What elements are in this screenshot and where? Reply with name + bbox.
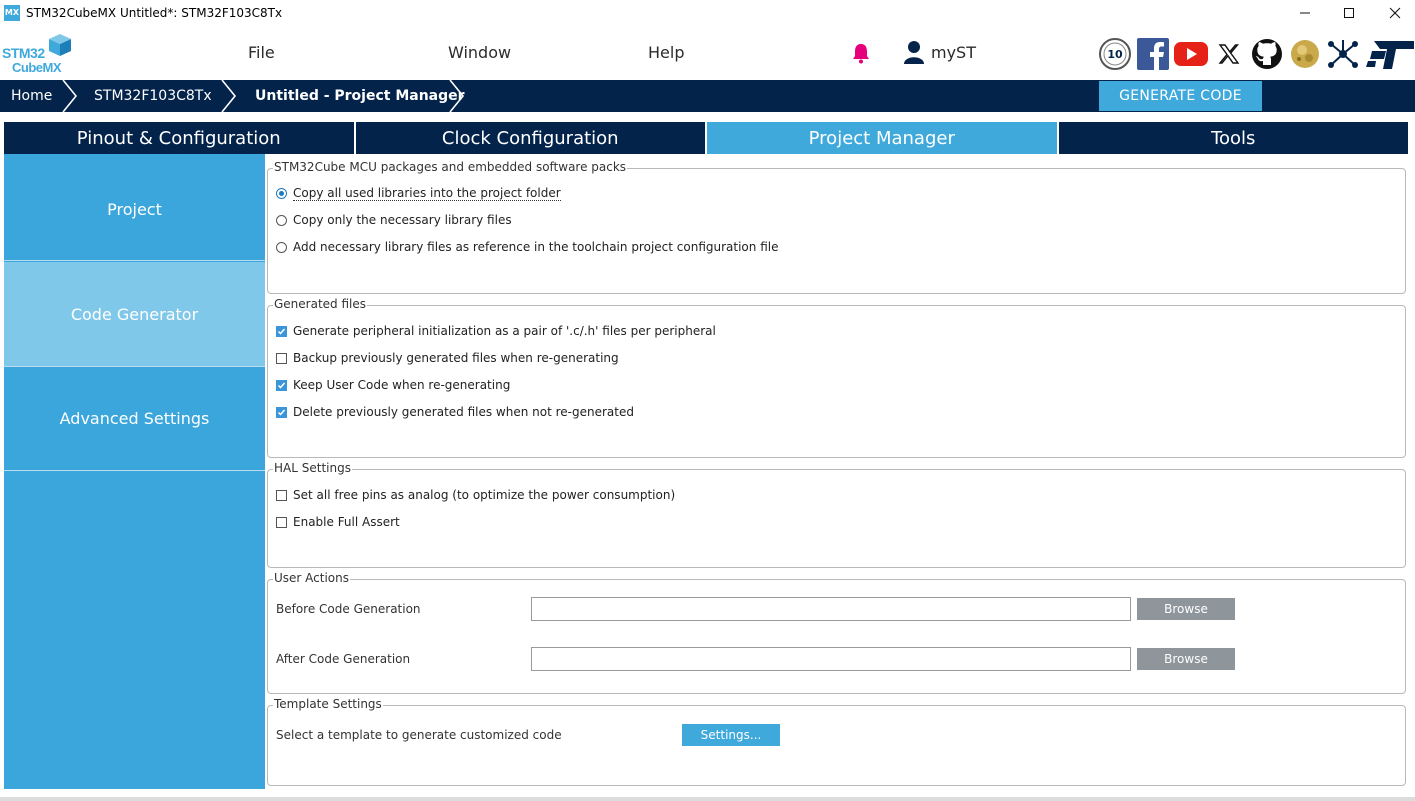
breadcrumb-home[interactable]: Home	[11, 80, 52, 112]
checkbox[interactable]	[276, 489, 287, 501]
checkbox[interactable]	[276, 325, 287, 337]
checkbox-backup-files[interactable]: Backup previously generated files when r…	[276, 351, 619, 365]
radio-button[interactable]	[276, 188, 287, 199]
group-title: Generated files	[273, 297, 368, 311]
option-label: Copy all used libraries into the project…	[293, 186, 561, 201]
st-logo-icon[interactable]	[1366, 37, 1414, 71]
logo-line2: CubeMX	[12, 60, 62, 75]
breadcrumb-current: Untitled - Project Manager	[255, 88, 465, 104]
checkbox-delete-old-files[interactable]: Delete previously generated files when n…	[276, 405, 634, 419]
tab-tools[interactable]: Tools	[1058, 122, 1408, 154]
option-label: Copy only the necessary library files	[293, 213, 512, 227]
template-settings-group: Template Settings Select a template to g…	[267, 697, 1406, 786]
stm32cubemx-logo: STM32 CubeMX	[2, 33, 74, 77]
radio-button[interactable]	[276, 241, 287, 253]
user-actions-group: User Actions Before Code Generation Brow…	[267, 571, 1406, 694]
generate-code-button[interactable]: GENERATE CODE	[1099, 81, 1262, 111]
radio-copy-all-libraries[interactable]: Copy all used libraries into the project…	[276, 186, 561, 201]
option-label: Set all free pins as analog (to optimize…	[293, 488, 676, 502]
tab-clock-configuration[interactable]: Clock Configuration	[355, 122, 707, 154]
minimize-icon[interactable]	[1282, 0, 1328, 25]
group-title: HAL Settings	[273, 461, 352, 475]
user-account[interactable]: myST	[903, 40, 976, 64]
after-generation-input[interactable]	[531, 647, 1131, 671]
maximize-icon[interactable]	[1326, 0, 1372, 25]
checkbox-full-assert[interactable]: Enable Full Assert	[276, 515, 400, 529]
checkbox[interactable]	[276, 379, 287, 391]
breadcrumb-separator-icon	[62, 80, 78, 112]
sidenav-item-code-generator[interactable]: Code Generator	[4, 262, 265, 367]
radio-copy-necessary-files[interactable]: Copy only the necessary library files	[276, 213, 512, 227]
checkbox[interactable]	[276, 406, 287, 418]
before-generation-input[interactable]	[531, 597, 1131, 621]
tab-pinout-configuration[interactable]: Pinout & Configuration	[4, 122, 356, 154]
sidenav-item-project[interactable]: Project	[4, 158, 265, 261]
option-label: Add necessary library files as reference…	[293, 240, 779, 254]
radio-button[interactable]	[276, 214, 287, 226]
check-icon	[277, 328, 286, 335]
network-share-icon[interactable]	[1326, 37, 1360, 71]
breadcrumb-separator-icon	[221, 80, 237, 112]
option-label: Backup previously generated files when r…	[293, 351, 619, 365]
check-icon	[277, 409, 286, 416]
svg-text:10: 10	[1107, 48, 1123, 61]
breadcrumb-separator-icon	[449, 80, 465, 112]
menu-file[interactable]: File	[248, 43, 275, 62]
user-label: myST	[931, 42, 976, 62]
before-generation-label: Before Code Generation	[276, 602, 421, 616]
window-title: STM32CubeMX Untitled*: STM32F103C8Tx	[26, 5, 283, 20]
checkbox-pair-c-h-files[interactable]: Generate peripheral initialization as a …	[276, 324, 716, 338]
group-title: Template Settings	[273, 697, 383, 711]
youtube-icon[interactable]	[1174, 37, 1208, 71]
group-title: STM32Cube MCU packages and embedded soft…	[273, 160, 628, 174]
group-title: User Actions	[273, 571, 350, 585]
option-label: Keep User Code when re-generating	[293, 378, 511, 392]
user-icon	[904, 41, 924, 64]
menu-help[interactable]: Help	[648, 43, 684, 62]
check-icon	[277, 382, 286, 389]
after-generation-label: After Code Generation	[276, 652, 411, 666]
10-years-badge-icon[interactable]: 10	[1098, 37, 1132, 71]
checkbox[interactable]	[276, 516, 287, 528]
facebook-icon[interactable]	[1136, 37, 1170, 71]
checkbox[interactable]	[276, 352, 287, 364]
before-generation-browse-button[interactable]: Browse	[1137, 598, 1235, 620]
after-generation-browse-button[interactable]: Browse	[1137, 648, 1235, 670]
breadcrumb-device[interactable]: STM32F103C8Tx	[94, 80, 212, 112]
bell-icon[interactable]	[851, 42, 871, 68]
template-settings-button[interactable]: Settings...	[682, 724, 780, 746]
tab-project-manager[interactable]: Project Manager	[707, 122, 1059, 154]
checkbox-free-pins-analog[interactable]: Set all free pins as analog (to optimize…	[276, 488, 675, 502]
template-label: Select a template to generate customized…	[276, 728, 562, 742]
packages-group: STM32Cube MCU packages and embedded soft…	[267, 160, 1406, 294]
logo-line1: STM32	[2, 45, 45, 61]
sidenav-item-advanced-settings[interactable]: Advanced Settings	[4, 367, 265, 471]
app-header: STM32 CubeMX File Window Help myST 10	[0, 25, 1415, 80]
bottom-divider	[0, 797, 1415, 801]
option-label: Generate peripheral initialization as a …	[293, 324, 716, 338]
radio-add-as-reference[interactable]: Add necessary library files as reference…	[276, 240, 778, 254]
side-navigation: Project Code Generator Advanced Settings	[4, 154, 265, 789]
generated-files-group: Generated files Generate peripheral init…	[267, 297, 1406, 458]
menu-window[interactable]: Window	[448, 43, 511, 62]
option-label: Enable Full Assert	[293, 515, 400, 529]
github-icon[interactable]	[1250, 37, 1284, 71]
window-titlebar: MX STM32CubeMX Untitled*: STM32F103C8Tx	[0, 0, 1415, 25]
main-tabs: Pinout & Configuration Clock Configurati…	[4, 122, 1408, 154]
app-icon: MX	[4, 4, 20, 21]
cube-icon	[49, 34, 71, 56]
wiki-globe-icon[interactable]	[1288, 37, 1322, 71]
checkbox-keep-user-code[interactable]: Keep User Code when re-generating	[276, 378, 510, 392]
close-icon[interactable]	[1372, 0, 1415, 25]
option-label: Delete previously generated files when n…	[293, 405, 634, 419]
hal-settings-group: HAL Settings Set all free pins as analog…	[267, 461, 1406, 568]
x-twitter-icon[interactable]	[1212, 37, 1246, 71]
